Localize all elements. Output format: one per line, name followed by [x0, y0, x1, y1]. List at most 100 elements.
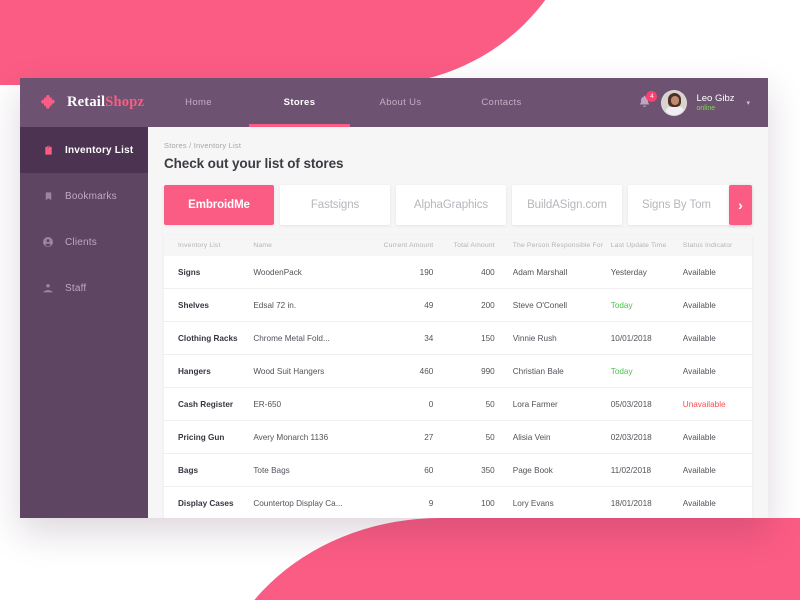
- table-row[interactable]: Hangers Wood Suit Hangers 460 990 Christian …: [164, 354, 752, 388]
- nav-item-about-us[interactable]: About Us: [350, 78, 451, 127]
- sidebar: Inventory List Bookmarks Clients Staff: [20, 127, 148, 518]
- cell-name: Avery Monarch 1136: [253, 420, 375, 454]
- chevron-down-icon[interactable]: ▾: [746, 99, 750, 107]
- main-content: Stores / Inventory List Check out your l…: [148, 127, 768, 518]
- cell-name: Countertop Display Ca...: [253, 486, 375, 518]
- cell-inventory: Shelves: [164, 288, 254, 322]
- user-circle-icon: [42, 236, 54, 249]
- table-body: Signs WoodenPack 190 400 Adam Marshall Yester…: [164, 256, 752, 518]
- cell-total-amount: 50: [449, 387, 513, 421]
- tab-embroidme[interactable]: EmbroidMe: [164, 185, 274, 225]
- nav-item-home[interactable]: Home: [148, 78, 249, 127]
- tab-buildasign[interactable]: BuildASign.com: [512, 185, 622, 225]
- cell-inventory: Pricing Gun: [164, 420, 254, 454]
- tab-alphagraphics[interactable]: AlphaGraphics: [396, 185, 506, 225]
- cell-inventory: Hangers: [164, 354, 254, 388]
- chevron-right-icon[interactable]: ›: [729, 185, 752, 225]
- main-navigation: Home Stores About Us Contacts: [148, 78, 637, 127]
- nav-item-contacts[interactable]: Contacts: [451, 78, 552, 127]
- inventory-table-wrapper: Inventory List Name Current Amount Total…: [164, 235, 752, 518]
- brand-logo[interactable]: RetailShopz: [20, 78, 148, 127]
- cell-current-amount: 34: [374, 321, 450, 355]
- cell-status-indicator: Available: [682, 267, 716, 277]
- cell-person-responsible: Vinnie Rush: [512, 321, 611, 355]
- notifications-button[interactable]: 4: [637, 91, 658, 112]
- cell-person-responsible: Christian Bale: [512, 354, 611, 388]
- cell-total-amount: 100: [449, 486, 513, 518]
- puzzle-icon: [40, 93, 60, 113]
- table-row[interactable]: Cash Register ER-650 0 50 Lora Farmer 05/03/2…: [164, 387, 752, 421]
- cell-person-responsible: Page Book: [512, 453, 611, 487]
- app-body: Inventory List Bookmarks Clients Staff S…: [20, 127, 768, 518]
- column-header-total-amount[interactable]: Total Amount: [449, 235, 513, 256]
- notification-badge: 4: [646, 91, 658, 102]
- sidebar-item-label: Bookmarks: [65, 190, 117, 202]
- cell-status-indicator: Available: [682, 453, 752, 487]
- column-header-inventory-list[interactable]: Inventory List: [164, 235, 254, 256]
- sidebar-item-bookmarks[interactable]: Bookmarks: [20, 173, 148, 219]
- table-row[interactable]: Bags Tote Bags 60 350 Page Book 11/02/2018 Ava…: [164, 453, 752, 487]
- cell-last-update-time: 05/03/2018: [610, 387, 683, 421]
- cell-last-update-time: Today: [610, 354, 683, 388]
- inventory-table: Inventory List Name Current Amount Total…: [164, 235, 752, 518]
- cell-total-amount: 200: [449, 288, 513, 322]
- table-head: Inventory List Name Current Amount Total…: [164, 235, 752, 256]
- cell-inventory: Clothing Racks: [164, 321, 254, 355]
- bookmark-icon: [42, 190, 54, 203]
- breadcrumb: Stores / Inventory List: [164, 141, 242, 150]
- cell-current-amount: 190: [419, 267, 434, 277]
- table-row[interactable]: Signs WoodenPack 190 400 Adam Marshall Yester…: [164, 256, 752, 289]
- nav-item-stores[interactable]: Stores: [249, 78, 350, 127]
- cell-status-indicator: Available: [682, 486, 752, 518]
- cell-total-amount: 350: [449, 453, 513, 487]
- store-tabs: EmbroidMe Fastsigns AlphaGraphics BuildA…: [164, 185, 752, 225]
- app-screen: RetailShopz Home Stores About Us Contact…: [0, 0, 800, 600]
- table-row[interactable]: Shelves Edsal 72 in. 49 200 Steve O'Conell To…: [164, 288, 752, 322]
- cell-inventory: Cash Register: [164, 387, 254, 421]
- column-header-person-responsible[interactable]: The Person Responsible For: [512, 235, 611, 256]
- cell-current-amount: 27: [374, 420, 450, 454]
- table-row[interactable]: Clothing Racks Chrome Metal Fold... 34 150 V…: [164, 321, 752, 355]
- cell-inventory: Bags: [164, 453, 254, 487]
- table-row[interactable]: Pricing Gun Avery Monarch 1136 27 50 Alisia …: [164, 420, 752, 454]
- column-header-current-amount[interactable]: Current Amount: [374, 235, 450, 256]
- cell-total-amount: 990: [449, 354, 513, 388]
- sidebar-item-staff[interactable]: Staff: [20, 265, 148, 311]
- user-avatar[interactable]: [661, 89, 688, 116]
- user-name: Leo Gibz: [696, 92, 735, 104]
- table-header-row: Inventory List Name Current Amount Total…: [164, 235, 752, 256]
- column-header-status-indicator[interactable]: Status Indicator: [682, 235, 752, 256]
- cell-status-indicator: Available: [682, 288, 752, 322]
- brand-name: RetailShopz: [67, 94, 144, 111]
- sidebar-item-label: Staff: [65, 282, 87, 294]
- cell-person-responsible: Adam Marshall: [512, 267, 568, 277]
- clipboard-icon: [42, 144, 54, 157]
- cell-last-update-time: 10/01/2018: [610, 321, 683, 355]
- cell-inventory: Display Cases: [164, 486, 254, 518]
- cell-person-responsible: Alisia Vein: [512, 420, 611, 454]
- sidebar-item-inventory-list[interactable]: Inventory List: [20, 127, 148, 173]
- cell-current-amount: 49: [374, 288, 450, 322]
- cell-person-responsible: Lora Farmer: [512, 387, 611, 421]
- user-zone: 4 Leo Gibz online ▾: [637, 78, 768, 127]
- tab-fastsigns[interactable]: Fastsigns: [280, 185, 390, 225]
- cell-status-indicator: Unavailable: [682, 387, 752, 421]
- cell-person-responsible: Steve O'Conell: [512, 288, 611, 322]
- cell-name: Chrome Metal Fold...: [253, 321, 375, 355]
- sidebar-item-label: Inventory List: [65, 144, 134, 156]
- cell-name: Edsal 72 in.: [253, 288, 375, 322]
- user-info[interactable]: Leo Gibz online: [696, 93, 734, 113]
- column-header-name[interactable]: Name: [253, 235, 375, 256]
- user-status: online: [696, 104, 716, 112]
- cell-current-amount: 9: [374, 486, 450, 518]
- top-header-bar: RetailShopz Home Stores About Us Contact…: [20, 78, 768, 127]
- table-row[interactable]: Display Cases Countertop Display Ca... 9 10…: [164, 486, 752, 518]
- cell-last-update-time: Today: [610, 288, 683, 322]
- cell-current-amount: 0: [374, 387, 450, 421]
- cell-current-amount: 460: [374, 354, 450, 388]
- page-title: Check out your list of stores: [164, 156, 344, 171]
- column-header-last-update-time[interactable]: Last Update Time: [610, 235, 683, 256]
- cell-total-amount: 150: [449, 321, 513, 355]
- sidebar-item-clients[interactable]: Clients: [20, 219, 148, 265]
- cell-inventory: Signs: [178, 267, 201, 277]
